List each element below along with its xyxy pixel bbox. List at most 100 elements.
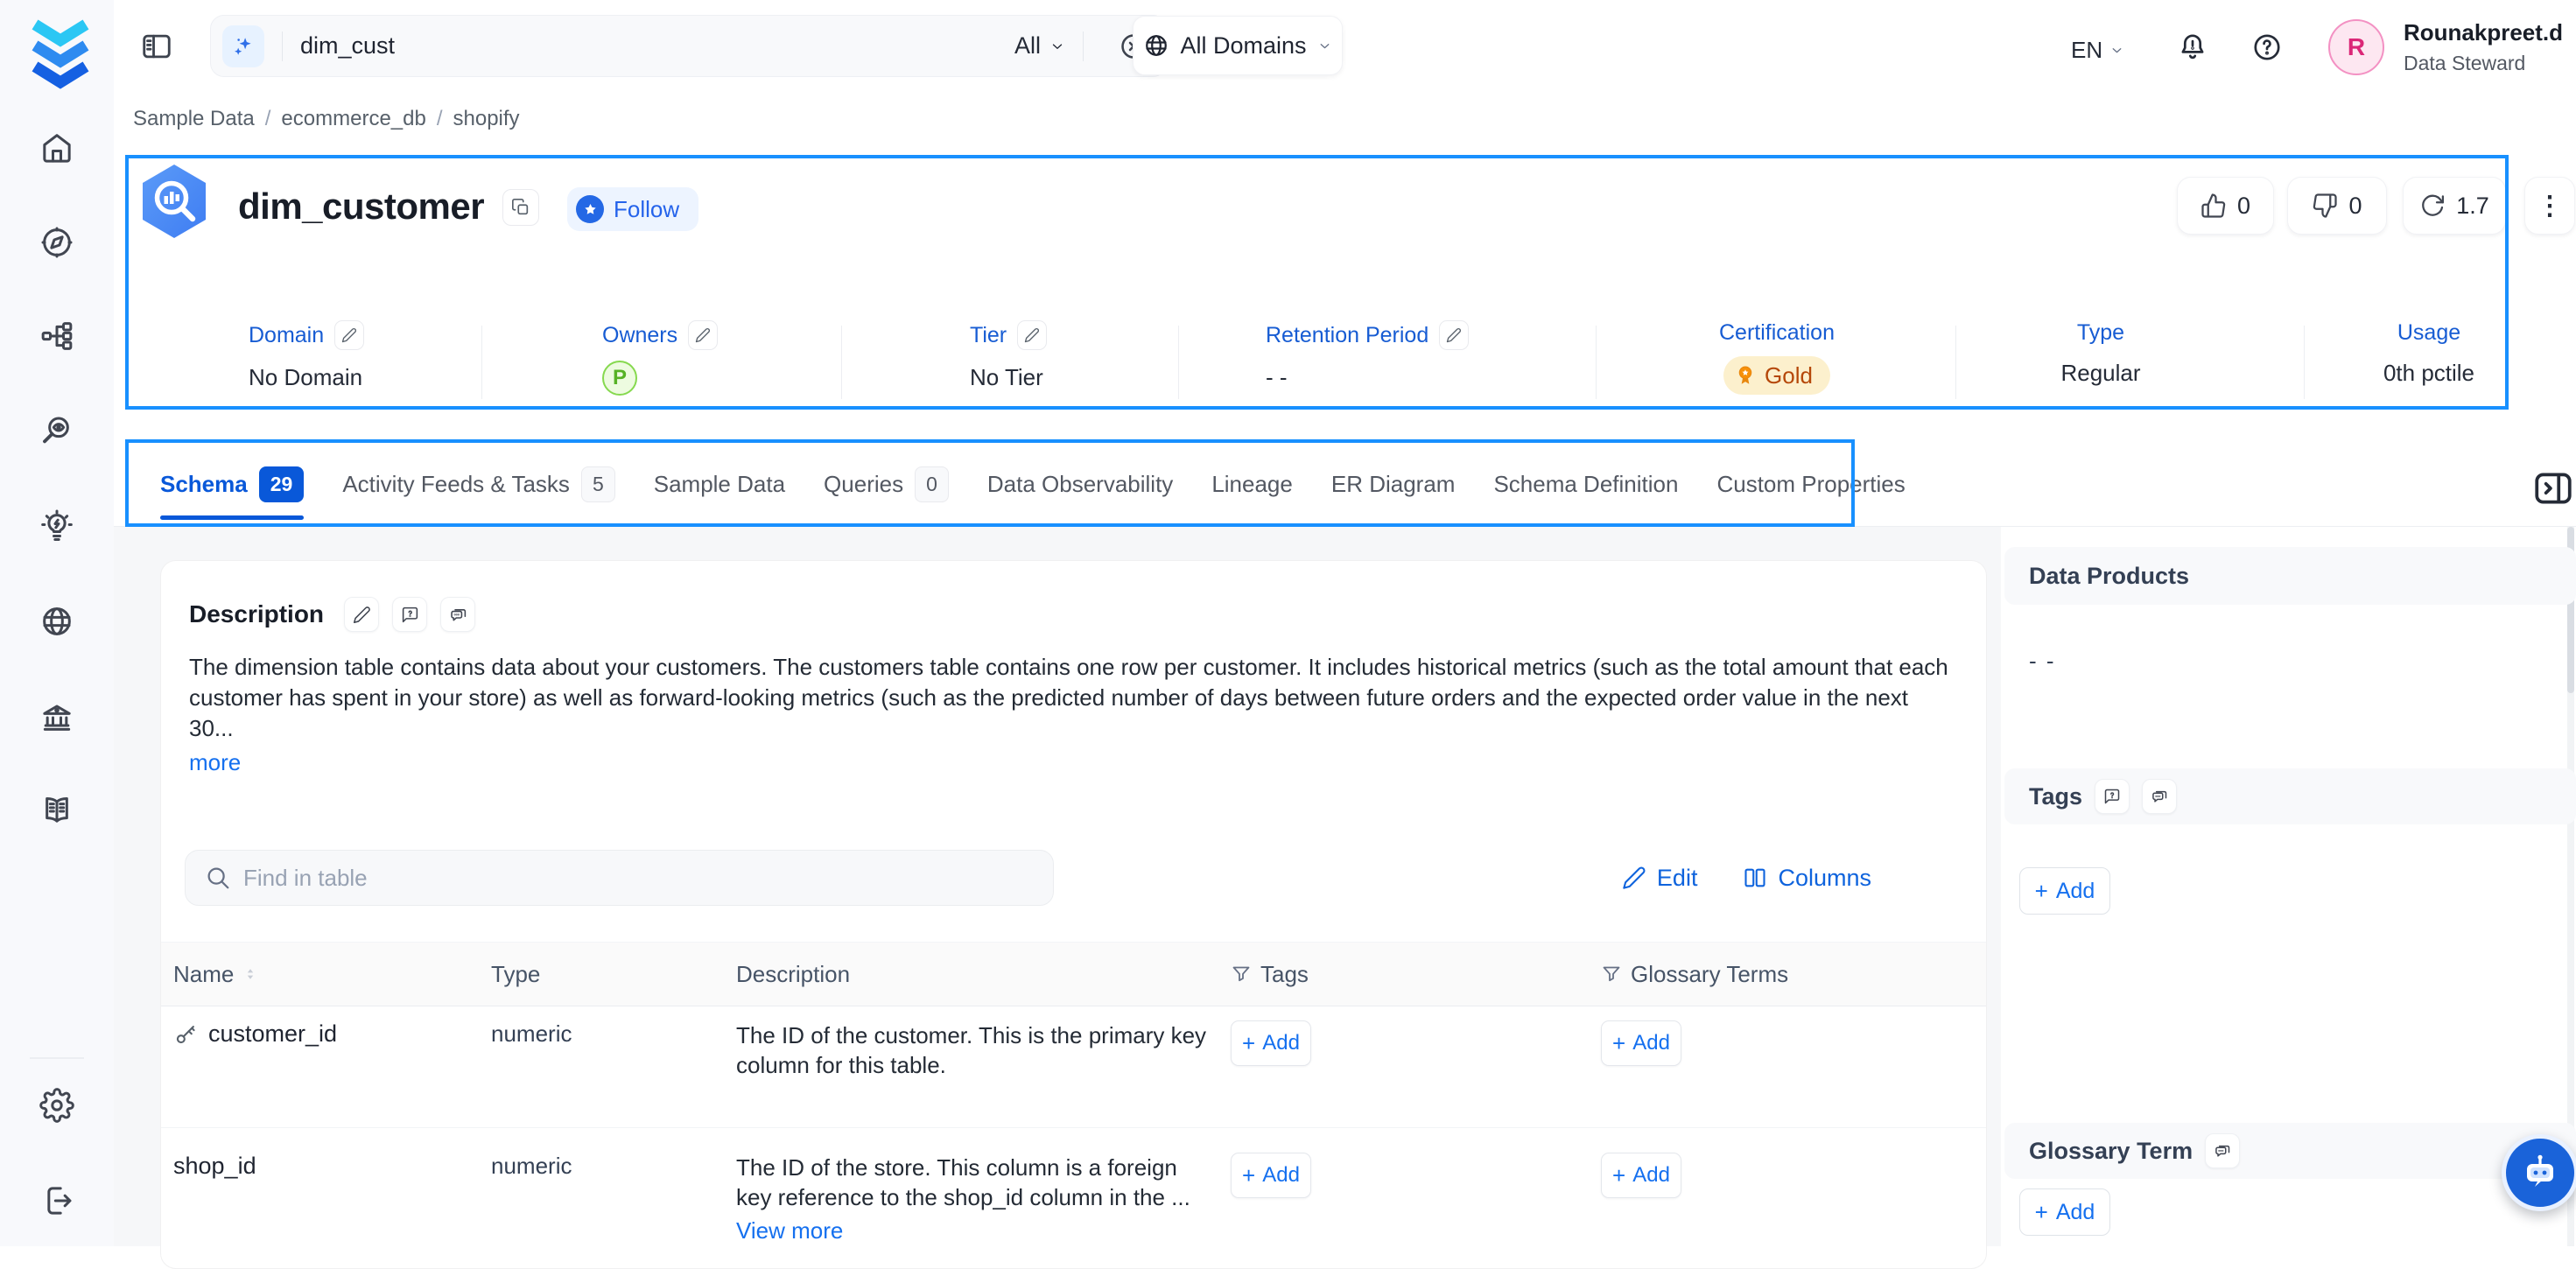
request-tags-button[interactable] [2095, 779, 2130, 814]
chat-threads-icon [449, 606, 467, 624]
collapse-right-panel-button[interactable] [2531, 466, 2575, 510]
sidebar-item-data-assets[interactable] [38, 317, 76, 355]
column-name-cell[interactable]: customer_id [161, 1020, 491, 1048]
description-conversation-button[interactable] [440, 597, 475, 632]
columns-visibility-button[interactable]: Columns [1743, 865, 1871, 892]
gear-icon [39, 1088, 74, 1123]
all-domains-dropdown[interactable]: All Domains [1133, 16, 1343, 75]
request-description-button[interactable] [392, 597, 427, 632]
sidebar-item-settings[interactable] [38, 1086, 76, 1125]
description-title: Description [189, 600, 324, 628]
sidebar-item-explore[interactable] [38, 223, 76, 262]
tab-activity-feeds[interactable]: Activity Feeds & Tasks 5 [342, 442, 614, 527]
find-in-table-search[interactable] [185, 850, 1054, 906]
bank-icon [39, 700, 74, 735]
tab-schema-definition-label: Schema Definition [1493, 471, 1678, 498]
sidebar-item-logout[interactable] [38, 1181, 76, 1220]
global-search-bar[interactable]: All [210, 15, 1167, 77]
sidebar-item-home[interactable] [38, 130, 76, 168]
retention-value: - - [1266, 364, 1288, 391]
sidebar-item-domains[interactable] [38, 602, 76, 641]
app-logo[interactable] [23, 11, 98, 91]
column-name: shop_id [173, 1153, 256, 1180]
chat-threads-icon [2151, 788, 2168, 805]
header-tags-label: Tags [1260, 961, 1309, 988]
edit-tier-button[interactable] [1017, 320, 1047, 350]
chatbot-button[interactable] [2502, 1134, 2576, 1211]
description-more-link[interactable]: more [189, 749, 241, 776]
avatar-initial: R [2348, 33, 2365, 61]
add-tag-button[interactable]: + Add [1231, 1153, 1311, 1198]
user-info[interactable]: Rounakpreet.d Data Steward [2404, 19, 2563, 75]
edit-retention-button[interactable] [1439, 320, 1469, 350]
sidebar-item-insights[interactable] [38, 508, 76, 546]
tags-conversation-button[interactable] [2142, 779, 2177, 814]
type-value: Regular [2060, 360, 2140, 387]
header-name[interactable]: Name [161, 961, 491, 988]
meta-divider [1955, 326, 1956, 399]
owner-avatar[interactable]: P [602, 361, 637, 396]
notifications-button[interactable] [2177, 32, 2208, 63]
schema-card: Description The dimension table contains… [160, 560, 1987, 1269]
copy-name-button[interactable] [502, 189, 539, 226]
sidebar-item-glossary[interactable] [38, 791, 76, 830]
tab-sample-data[interactable]: Sample Data [654, 442, 785, 527]
view-more-link[interactable]: View more [736, 1216, 843, 1245]
column-description: The ID of the store. This column is a fo… [736, 1153, 1213, 1245]
filter-funnel-icon [1231, 964, 1252, 985]
sidebar-item-govern[interactable] [38, 698, 76, 737]
follow-button[interactable]: Follow [567, 187, 698, 231]
upvote-button[interactable]: 0 [2177, 177, 2274, 235]
tab-custom-properties[interactable]: Custom Properties [1716, 442, 1905, 527]
search-scope-dropdown[interactable]: All [1014, 32, 1065, 60]
edit-description-button[interactable] [344, 597, 379, 632]
breadcrumb-database[interactable]: ecommerce_db [281, 107, 425, 131]
breadcrumb-service[interactable]: Sample Data [133, 107, 255, 131]
column-name: customer_id [208, 1020, 337, 1048]
tab-queries[interactable]: Queries 0 [824, 442, 949, 527]
header-type-label: Type [491, 961, 540, 988]
header-glossary-terms[interactable]: Glossary Terms [1601, 961, 1987, 988]
language-dropdown[interactable]: EN [2071, 37, 2124, 64]
add-tag-button[interactable]: + Add [1231, 1020, 1311, 1066]
sidebar-item-observability[interactable] [38, 411, 76, 450]
add-glossary-term-panel-button[interactable]: + Add [2019, 1188, 2110, 1236]
page-title: dim_customer [238, 186, 484, 228]
add-glossary-term-button[interactable]: + Add [1601, 1020, 1681, 1066]
all-domains-label: All Domains [1180, 32, 1306, 60]
more-actions-button[interactable]: ⋮ [2524, 177, 2575, 235]
help-button[interactable] [2251, 32, 2283, 63]
add-tags-button[interactable]: + Add [2019, 867, 2110, 915]
data-products-value: - - [2029, 648, 2056, 675]
edit-domain-button[interactable] [334, 320, 364, 350]
medal-icon [1734, 364, 1757, 387]
search-input[interactable] [300, 32, 1014, 60]
tab-data-observability[interactable]: Data Observability [987, 442, 1173, 527]
tab-queries-label: Queries [824, 471, 903, 498]
question-circle-icon [2251, 32, 2283, 63]
tab-lineage[interactable]: Lineage [1211, 442, 1293, 527]
tab-schema[interactable]: Schema 29 [160, 442, 304, 527]
sidebar-toggle-button[interactable] [140, 30, 173, 63]
tags-section-header: Tags [2004, 768, 2576, 824]
tab-observability-label: Data Observability [987, 471, 1173, 498]
column-name-cell[interactable]: shop_id [161, 1153, 491, 1180]
version-button[interactable]: 1.7 [2403, 177, 2506, 235]
downvote-button[interactable]: 0 [2287, 177, 2387, 235]
sparkle-icon [231, 34, 256, 59]
entity-tabs: Schema 29 Activity Feeds & Tasks 5 Sampl… [160, 442, 1906, 527]
comment-question-icon [2103, 788, 2121, 805]
find-in-table-input[interactable] [243, 865, 1034, 892]
ai-search-button[interactable] [222, 25, 264, 67]
add-glossary-term-button[interactable]: + Add [1601, 1153, 1681, 1198]
edit-owners-button[interactable] [688, 320, 718, 350]
domain-label: Domain [249, 323, 324, 348]
breadcrumb-schema[interactable]: shopify [453, 107, 520, 131]
edit-columns-button[interactable]: Edit [1622, 865, 1698, 892]
tab-schema-definition[interactable]: Schema Definition [1493, 442, 1678, 527]
tab-activity-count: 5 [581, 466, 615, 502]
glossary-conversation-button[interactable] [2205, 1133, 2240, 1168]
user-avatar[interactable]: R [2328, 19, 2384, 75]
tab-er-diagram[interactable]: ER Diagram [1331, 442, 1456, 527]
header-tags[interactable]: Tags [1231, 961, 1601, 988]
